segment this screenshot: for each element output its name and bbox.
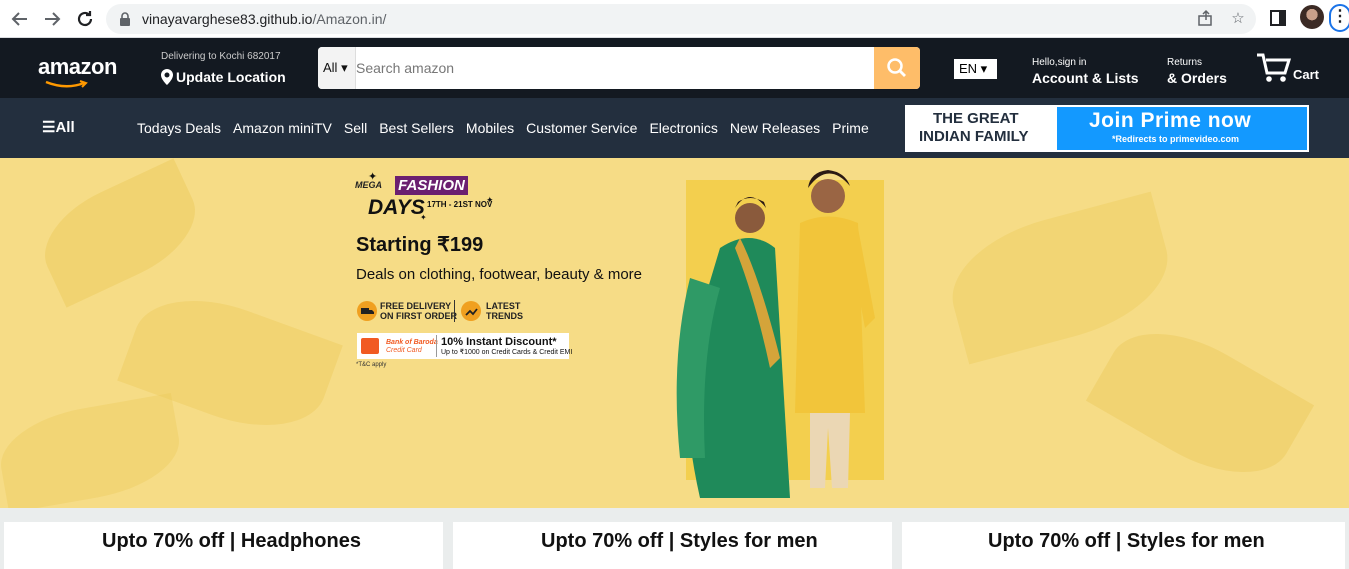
nav-link-new-releases[interactable]: New Releases bbox=[730, 120, 820, 136]
prime-banner-left: THE GREAT INDIAN FAMILY bbox=[907, 107, 1057, 150]
amazon-logo[interactable]: amazon bbox=[38, 54, 117, 80]
star-icon[interactable]: ☆ bbox=[1228, 9, 1248, 29]
share-icon[interactable] bbox=[1196, 9, 1216, 29]
sparkle-icon: ✦ bbox=[368, 171, 378, 183]
divider bbox=[454, 300, 455, 322]
instant-discount-title: 10% Instant Discount* bbox=[441, 336, 557, 348]
trend-icon bbox=[461, 301, 481, 321]
prime-title: Join Prime now bbox=[1089, 109, 1252, 132]
prime-left-line2: INDIAN FAMILY bbox=[919, 128, 1029, 145]
hamburger-icon: ☰ bbox=[42, 119, 56, 136]
url-text[interactable]: vinayavarghese83.github.io/Amazon.in/ bbox=[142, 11, 386, 27]
search-bar: All ▾ bbox=[318, 47, 920, 89]
browser-toolbar: vinayavarghese83.github.io/Amazon.in/ ☆ … bbox=[0, 0, 1349, 38]
deal-card-title: Upto 70% off | Styles for men bbox=[541, 530, 818, 552]
leaf-decoration bbox=[28, 158, 212, 308]
free-delivery-line1: FREE DELIVERY bbox=[380, 301, 452, 311]
search-button[interactable] bbox=[874, 47, 920, 89]
bank-name-line1: Bank of Baroda bbox=[386, 339, 438, 346]
sparkle-icon: ✦ bbox=[420, 213, 427, 222]
terms-note: *T&C apply bbox=[356, 362, 387, 368]
search-input[interactable] bbox=[356, 47, 874, 89]
cart-label[interactable]: Cart bbox=[1293, 67, 1319, 82]
language-select[interactable]: EN ▾ bbox=[954, 59, 997, 79]
returns-label[interactable]: Returns bbox=[1167, 57, 1202, 68]
kebab-menu-icon[interactable]: ⋮ bbox=[1329, 4, 1349, 32]
logo-smile-icon bbox=[45, 80, 88, 88]
bank-logo-icon bbox=[361, 338, 379, 354]
search-category-select[interactable]: All ▾ bbox=[318, 47, 356, 89]
free-delivery-line2: ON FIRST ORDER bbox=[380, 311, 458, 321]
nav-link-mobiles[interactable]: Mobiles bbox=[466, 120, 514, 136]
latest-trends-line1: LATEST bbox=[486, 301, 521, 311]
arrow-left-icon[interactable] bbox=[8, 7, 32, 31]
divider bbox=[436, 335, 437, 357]
location-pin-icon[interactable] bbox=[161, 69, 173, 85]
leaf-decoration bbox=[0, 393, 187, 508]
lock-icon[interactable] bbox=[118, 11, 132, 27]
nav-link-sell[interactable]: Sell bbox=[344, 120, 367, 136]
side-panel-icon[interactable] bbox=[1269, 9, 1289, 29]
instant-discount-detail: Up to ₹1000 on Credit Cards & Credit EMI bbox=[441, 349, 573, 356]
prime-banner[interactable]: THE GREAT INDIAN FAMILY Join Prime now *… bbox=[905, 105, 1309, 152]
nav-link-customer-service[interactable]: Customer Service bbox=[526, 120, 637, 136]
cart-icon[interactable] bbox=[1255, 52, 1291, 84]
nav-link-electronics[interactable]: Electronics bbox=[649, 120, 717, 136]
prime-left-line1: THE GREAT bbox=[933, 110, 1019, 127]
nav-link-amazon-minitv[interactable]: Amazon miniTV bbox=[233, 120, 332, 136]
delivery-truck-icon bbox=[357, 301, 377, 321]
reload-icon[interactable] bbox=[73, 7, 97, 31]
address-bar[interactable]: vinayavarghese83.github.io/Amazon.in/ ☆ bbox=[106, 4, 1256, 34]
starting-price: Starting ₹199 bbox=[356, 234, 484, 256]
deal-card-title: Upto 70% off | Headphones bbox=[102, 530, 361, 552]
latest-trends-line2: TRENDS bbox=[486, 311, 524, 321]
prime-subtitle: *Redirects to primevideo.com bbox=[1112, 134, 1240, 144]
fashion-label: FASHION bbox=[395, 176, 468, 195]
bank-name-line2: Credit Card bbox=[386, 347, 422, 354]
sale-dates: 17TH - 21ST NOV bbox=[427, 200, 493, 209]
latest-trends-text: LATEST TRENDS bbox=[486, 301, 523, 321]
orders-link[interactable]: & Orders bbox=[1167, 70, 1227, 86]
arrow-right-icon[interactable] bbox=[40, 7, 64, 31]
deliver-to-text: Delivering to Kochi 682017 bbox=[161, 51, 281, 62]
all-menu-button[interactable]: ☰All bbox=[42, 118, 75, 136]
search-icon bbox=[887, 58, 906, 77]
account-lists-link[interactable]: Account & Lists bbox=[1032, 70, 1139, 86]
account-greeting[interactable]: Hello,sign in bbox=[1032, 57, 1086, 68]
leaf-decoration bbox=[1085, 305, 1315, 501]
free-delivery-text: FREE DELIVERY ON FIRST ORDER bbox=[380, 301, 457, 321]
sparkle-icon: ✦ bbox=[486, 195, 494, 205]
profile-avatar[interactable] bbox=[1300, 5, 1324, 29]
days-label: DAYS bbox=[368, 196, 425, 219]
deals-description: Deals on clothing, footwear, beauty & mo… bbox=[356, 266, 642, 283]
nav-links: Todays Deals Amazon miniTV Sell Best Sel… bbox=[137, 120, 869, 136]
fashion-models-image bbox=[676, 170, 875, 498]
amazon-header: amazon Delivering to Kochi 682017 Update… bbox=[0, 38, 1349, 98]
nav-link-best-sellers[interactable]: Best Sellers bbox=[379, 120, 454, 136]
update-location-link[interactable]: Update Location bbox=[176, 69, 286, 85]
deal-card-title: Upto 70% off | Styles for men bbox=[988, 530, 1265, 552]
secondary-nav: ☰All Todays Deals Amazon miniTV Sell Bes… bbox=[0, 98, 1349, 158]
deal-cards-row: Upto 70% off | Headphones Upto 70% off |… bbox=[0, 508, 1349, 569]
bank-name: Bank of Baroda Credit Card bbox=[386, 339, 438, 355]
nav-link-prime[interactable]: Prime bbox=[832, 120, 869, 136]
hero-banner[interactable]: MEGA FASHION DAYS 17TH - 21ST NOV ✦ ✦ ✦ … bbox=[0, 158, 1349, 508]
nav-link-todays-deals[interactable]: Todays Deals bbox=[137, 120, 221, 136]
